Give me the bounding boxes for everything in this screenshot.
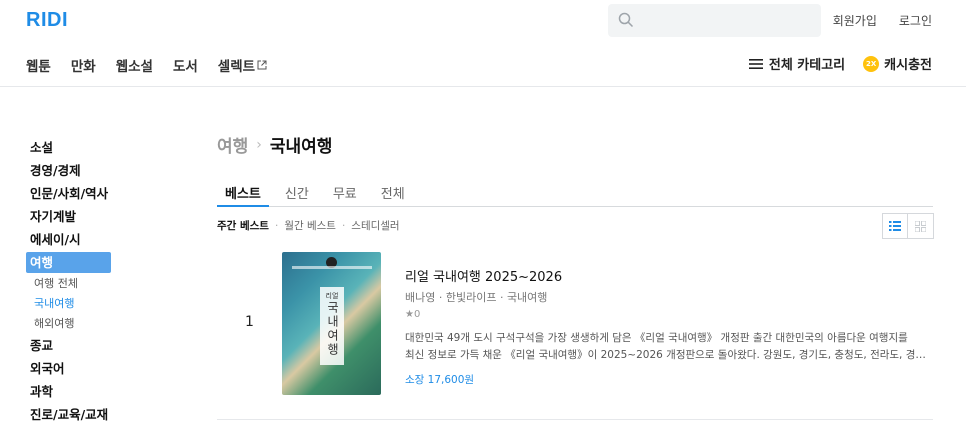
sort-steady[interactable]: 스테디셀러	[351, 218, 399, 233]
sidebar-item-travel[interactable]: 여행	[26, 252, 111, 273]
search-icon	[618, 12, 634, 28]
book-info: 리얼 국내여행 2025~2026 배나영 · 한빛라이프 · 국내여행 ★0 …	[405, 266, 935, 387]
nav-select-label: 셀렉트	[217, 59, 256, 75]
cash-charge-button[interactable]: 2X 캐시충전	[863, 54, 932, 73]
tab-free[interactable]: 무료	[325, 176, 365, 206]
search-input[interactable]	[608, 4, 821, 37]
sidebar-item-education[interactable]: 진로/교육/교재	[26, 403, 111, 426]
nav-comic[interactable]: 만화	[71, 55, 96, 75]
all-categories-button[interactable]: 전체 카테고리	[748, 54, 846, 73]
grid-icon	[915, 220, 926, 232]
list-icon	[889, 221, 901, 231]
sidebar-item-humanities[interactable]: 인문/사회/역사	[26, 182, 111, 205]
book-description: 대한민국 49개 도시 구석구석을 가장 생생하게 담은 《리얼 국내여행》 개…	[405, 330, 933, 364]
coin-icon: 2X	[863, 55, 880, 72]
list-tabs: 베스트 신간 무료 전체	[217, 176, 933, 207]
page-title: 국내여행	[269, 137, 333, 157]
sidebar-item-language[interactable]: 외국어	[26, 357, 111, 380]
sidebar-sub-overseas[interactable]: 해외여행	[26, 314, 111, 334]
cover-subtitle-line	[292, 266, 372, 269]
nav-webnovel[interactable]: 웹소설	[116, 55, 153, 75]
sidebar-item-religion[interactable]: 종교	[26, 334, 111, 357]
tab-all[interactable]: 전체	[373, 176, 413, 206]
book-rating: ★0	[405, 309, 421, 320]
sort-options: 주간 베스트 · 월간 베스트 · 스테디셀러	[217, 218, 400, 233]
cash-charge-label: 캐시충전	[884, 58, 932, 73]
tab-best[interactable]: 베스트	[217, 176, 269, 207]
book-title[interactable]: 리얼 국내여행 2025~2026	[405, 266, 935, 285]
sidebar-item-essay[interactable]: 에세이/시	[26, 228, 111, 251]
sort-weekly[interactable]: 주간 베스트	[217, 218, 269, 233]
sort-monthly[interactable]: 월간 베스트	[284, 218, 336, 233]
grid-view-button[interactable]	[908, 213, 934, 239]
book-description-line: 최신 정보로 가득 채운 《리얼 국내여행》이 2025~2026 개정판으로 …	[405, 349, 933, 361]
nav-select[interactable]: 셀렉트	[218, 55, 267, 75]
nav-webtoon[interactable]: 웹툰	[26, 55, 51, 75]
breadcrumb-parent[interactable]: 여행	[217, 132, 248, 157]
row-divider	[217, 419, 933, 420]
cover-title: 국내여행	[325, 301, 340, 357]
sidebar-item-science[interactable]: 과학	[26, 380, 111, 403]
view-toggle	[882, 213, 934, 239]
signup-link[interactable]: 회원가입	[833, 12, 877, 29]
breadcrumb: 여행 › 국내여행	[217, 132, 333, 158]
ridi-logo[interactable]: RIDI	[26, 9, 68, 32]
all-categories-label: 전체 카테고리	[768, 58, 846, 73]
sidebar-sub-travel-all[interactable]: 여행 전체	[26, 274, 111, 294]
nav-books[interactable]: 도서	[173, 55, 198, 75]
account-links: 회원가입 로그인	[833, 12, 932, 29]
login-link[interactable]: 로그인	[899, 12, 932, 29]
sort-separator: ·	[341, 219, 346, 232]
nav-right: 전체 카테고리 2X 캐시충전	[748, 54, 932, 73]
list-view-button[interactable]	[882, 213, 908, 239]
sidebar-item-business[interactable]: 경영/경제	[26, 159, 111, 182]
sort-separator: ·	[274, 219, 279, 232]
book-rank: 1	[245, 314, 254, 330]
header-divider	[0, 86, 966, 87]
book-meta: 배나영 · 한빛라이프 · 국내여행	[405, 291, 548, 304]
book-description-line: 대한민국 49개 도시 구석구석을 가장 생생하게 담은 《리얼 국내여행》 개…	[405, 332, 908, 344]
menu-icon	[748, 58, 763, 69]
book-price: 소장 17,600원	[405, 374, 475, 386]
main-nav: 웹툰 만화 웹소설 도서 셀렉트	[26, 55, 267, 75]
tab-new[interactable]: 신간	[277, 176, 317, 206]
cover-prefix: 리얼	[325, 292, 339, 300]
book-cover[interactable]: 리얼 국내여행	[282, 252, 381, 395]
external-link-icon	[257, 60, 267, 70]
sidebar-item-novel[interactable]: 소설	[26, 136, 111, 159]
cover-title-band: 리얼 국내여행	[320, 287, 344, 365]
chevron-right-icon: ›	[256, 136, 262, 153]
sidebar-item-selfhelp[interactable]: 자기계발	[26, 205, 111, 228]
sidebar-sub-domestic[interactable]: 국내여행	[26, 294, 111, 314]
category-sidebar: 소설 경영/경제 인문/사회/역사 자기계발 에세이/시 여행 여행 전체 국내…	[26, 136, 111, 426]
